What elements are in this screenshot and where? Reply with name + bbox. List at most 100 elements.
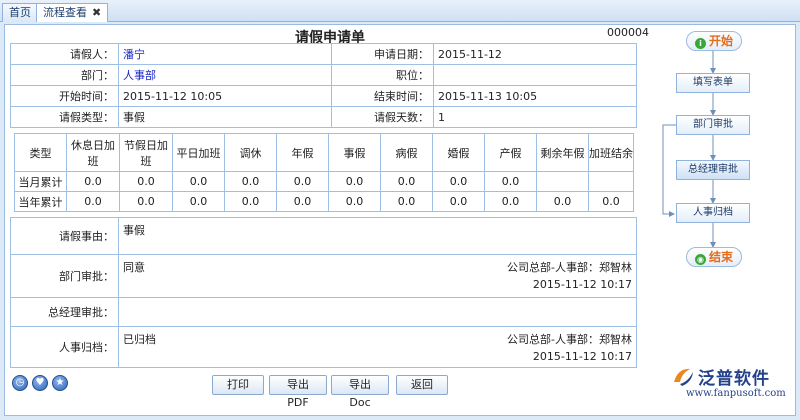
- stats-header: 剩余年假: [536, 133, 589, 172]
- export-pdf-button[interactable]: 导出PDF: [269, 375, 327, 409]
- print-button[interactable]: 打印: [212, 375, 264, 395]
- dept-approval-time: 2015-11-12 10:17: [532, 278, 632, 291]
- leave-days-label: 请假天数：: [331, 106, 434, 128]
- stats-cell: 0.0: [66, 171, 120, 192]
- dept-approval-cell: 同意 公司总部-人事部：郑智林 2015-11-12 10:17: [118, 254, 637, 298]
- start-time-value: 2015-11-12 10:05: [118, 85, 332, 107]
- hr-archive-label: 人事归档：: [10, 326, 119, 368]
- hr-archive-cell: 已归档 公司总部-人事部：郑智林 2015-11-12 10:17: [118, 326, 637, 368]
- position-value: [433, 64, 637, 86]
- stats-header: 平日加班: [172, 133, 225, 172]
- clock-icon[interactable]: ◷: [12, 375, 28, 391]
- hr-archive-time: 2015-11-12 10:17: [532, 350, 632, 363]
- reason-label: 请假事由：: [10, 217, 119, 255]
- stats-cell: 0.0: [224, 171, 277, 192]
- start-icon: i: [694, 38, 706, 49]
- flow-step-fill-form[interactable]: 填写表单: [676, 73, 750, 93]
- stats-cell: 0.0: [484, 191, 537, 212]
- dept-approval-signer: 公司总部-人事部：郑智林: [507, 261, 632, 274]
- heart-icon[interactable]: ♥: [32, 375, 48, 391]
- info-table: 请假人： 潘宁 申请日期： 2015-11-12 部门： 人事部 职位： 开始时…: [10, 43, 637, 128]
- approval-table: 请假事由： 事假 部门审批： 同意 公司总部-人事部：郑智林 2015-11-1…: [10, 217, 637, 368]
- apply-date-value: 2015-11-12: [433, 43, 637, 65]
- hr-archive-text: 已归档: [123, 333, 156, 346]
- stats-cell: 0.0: [276, 191, 329, 212]
- position-label: 职位：: [331, 64, 434, 86]
- tab-flow-view-label: 流程查看: [43, 6, 87, 19]
- stats-header: 调休: [224, 133, 277, 172]
- stats-header: 加班结余: [588, 133, 634, 172]
- flow-bypass-arrow: [662, 124, 676, 217]
- stats-header: 类型: [14, 133, 67, 172]
- hr-archive-signature: 公司总部-人事部：郑智林 2015-11-12 10:17: [507, 331, 632, 365]
- tab-home[interactable]: 首页: [2, 3, 38, 22]
- stats-cell: 0.0: [328, 171, 381, 192]
- stats-cell: 0.0: [224, 191, 277, 212]
- department-value: 人事部: [118, 64, 332, 86]
- reason-value: 事假: [118, 217, 637, 255]
- applicant-label: 请假人：: [10, 43, 119, 65]
- stats-header: 休息日加班: [66, 133, 120, 172]
- logo-name: 泛普软件: [698, 369, 770, 389]
- stats-row-label: 当年累计: [14, 191, 67, 212]
- start-time-label: 开始时间：: [10, 85, 119, 107]
- stats-cell: 0.0: [432, 191, 485, 212]
- applicant-value: 潘宁: [118, 43, 332, 65]
- brand-logo: 泛普软件 www.fanpusoft.com: [664, 362, 796, 412]
- tab-flow-view[interactable]: 流程查看 ✖: [36, 3, 109, 22]
- document-number: 000004: [607, 26, 649, 39]
- logo-mark-icon: [674, 368, 693, 386]
- end-time-label: 结束时间：: [331, 85, 434, 107]
- stats-header: 产假: [484, 133, 537, 172]
- dept-approval-label: 部门审批：: [10, 254, 119, 298]
- stats-header-row: 类型 休息日加班 节假日加班 平日加班 调休 年假 事假 病假 婚假 产假 剩余…: [14, 133, 634, 172]
- leave-type-label: 请假类型：: [10, 106, 119, 128]
- logo-url: www.fanpusoft.com: [686, 388, 786, 399]
- back-button[interactable]: 返回: [396, 375, 448, 395]
- dept-approval-text: 同意: [123, 261, 145, 274]
- hr-archive-signer: 公司总部-人事部：郑智林: [507, 333, 632, 346]
- end-icon: ◉: [694, 254, 706, 265]
- gm-approval-cell: [118, 297, 637, 327]
- tab-bar: 首页 流程查看 ✖: [0, 0, 800, 22]
- stats-cell: 0.0: [66, 191, 120, 212]
- stats-cell: 0.0: [276, 171, 329, 192]
- tab-home-label: 首页: [9, 6, 31, 19]
- gm-approval-label: 总经理审批：: [10, 297, 119, 327]
- stats-cell: 0.0: [380, 171, 433, 192]
- reason-text: 事假: [123, 224, 145, 237]
- close-icon[interactable]: ✖: [92, 6, 101, 19]
- flow-start: i 开始: [686, 31, 742, 51]
- star-icon[interactable]: ★: [52, 375, 68, 391]
- stats-header: 病假: [380, 133, 433, 172]
- flow-end-label: 结束: [708, 250, 733, 264]
- stats-header: 婚假: [432, 133, 485, 172]
- leave-days-value: 1: [433, 106, 637, 128]
- stats-cell: 0.0: [588, 191, 634, 212]
- stats-cell: 0.0: [536, 191, 589, 212]
- stats-cell: [588, 171, 634, 192]
- stats-row-label: 当月累计: [14, 171, 67, 192]
- leave-type-value: 事假: [118, 106, 332, 128]
- stats-cell: 0.0: [172, 171, 225, 192]
- flow-start-label: 开始: [708, 34, 733, 48]
- flow-step-hr-archive[interactable]: 人事归档: [676, 203, 750, 223]
- stats-header: 节假日加班: [119, 133, 173, 172]
- flow-step-dept-approval[interactable]: 部门审批: [676, 115, 750, 135]
- workflow-connectors: [662, 51, 716, 248]
- export-doc-button[interactable]: 导出Doc: [331, 375, 389, 409]
- apply-date-label: 申请日期：: [331, 43, 434, 65]
- flow-end: ◉ 结束: [686, 247, 742, 267]
- department-label: 部门：: [10, 64, 119, 86]
- flow-step-gm-approval[interactable]: 总经理审批: [676, 160, 750, 180]
- stats-cell: 0.0: [328, 191, 381, 212]
- stats-cell: 0.0: [119, 191, 173, 212]
- stats-cell: 0.0: [119, 171, 173, 192]
- stats-cell: 0.0: [484, 171, 537, 192]
- stats-cell: 0.0: [432, 171, 485, 192]
- stats-cell: [536, 171, 589, 192]
- stats-cell: 0.0: [380, 191, 433, 212]
- content-frame: 请假申请单 000004 请假人： 潘宁 申请日期： 2015-11-12 部门…: [4, 24, 796, 416]
- table-row: 当月累计 0.0 0.0 0.0 0.0 0.0 0.0 0.0 0.0 0.0: [14, 171, 634, 192]
- dept-approval-signature: 公司总部-人事部：郑智林 2015-11-12 10:17: [507, 259, 632, 293]
